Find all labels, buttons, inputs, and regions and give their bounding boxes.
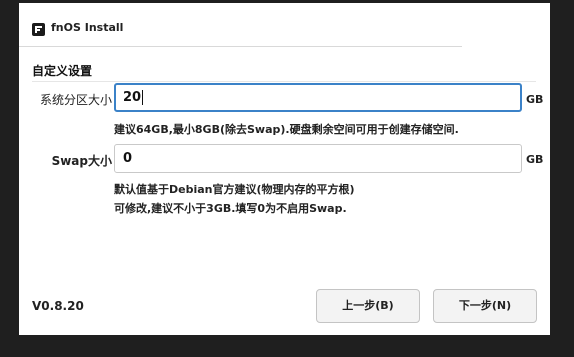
title-bar: fnOS Install bbox=[19, 3, 550, 47]
window-title: fnOS Install bbox=[51, 21, 124, 34]
fnos-logo-icon bbox=[32, 23, 45, 36]
system-partition-size-value: 20 bbox=[123, 90, 142, 105]
system-partition-unit: GB bbox=[526, 93, 544, 106]
section-title: 自定义设置 bbox=[32, 64, 93, 78]
next-step-button[interactable]: 下一步(N) bbox=[433, 289, 537, 323]
previous-step-button[interactable]: 上一步(B) bbox=[316, 289, 420, 323]
system-partition-size-input[interactable]: 20 bbox=[114, 83, 522, 112]
title-divider bbox=[19, 46, 462, 47]
swap-hint-line1: 默认值基于Debian官方建议(物理内存的平方根) bbox=[114, 183, 355, 196]
system-partition-hint: 建议64GB,最小8GB(除去Swap).硬盘剩余空间可用于创建存储空间. bbox=[114, 123, 459, 136]
version-label: V0.8.20 bbox=[32, 299, 84, 313]
swap-size-label: Swap大小 bbox=[51, 154, 112, 168]
swap-size-value: 0 bbox=[123, 151, 133, 166]
swap-hint-line2: 可修改,建议不小于3GB.填写0为不启用Swap. bbox=[114, 202, 347, 215]
swap-size-input[interactable]: 0 bbox=[114, 144, 522, 173]
section-divider bbox=[32, 81, 536, 82]
swap-size-unit: GB bbox=[526, 153, 544, 166]
installer-window: fnOS Install 自定义设置 系统分区大小 20 GB 建议64GB,最… bbox=[19, 3, 550, 335]
system-partition-label: 系统分区大小 bbox=[39, 93, 112, 107]
text-caret bbox=[142, 90, 144, 105]
